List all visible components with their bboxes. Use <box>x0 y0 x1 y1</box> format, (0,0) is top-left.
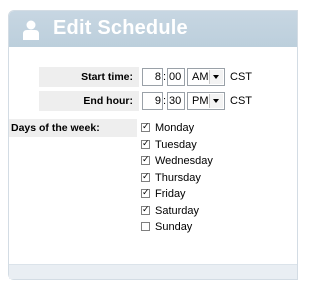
day-label-saturday: Saturday <box>155 205 200 217</box>
panel-header: Edit Schedule <box>9 11 297 47</box>
end-timezone: CST <box>230 95 252 107</box>
checkbox-saturday[interactable] <box>141 204 150 216</box>
days-of-week-label: Days of the week: <box>9 119 137 137</box>
panel-title: Edit Schedule <box>53 17 188 39</box>
checkbox-monday[interactable] <box>141 121 150 133</box>
end-minute-input[interactable]: 30 <box>167 92 185 110</box>
day-label-wednesday: Wednesday <box>155 155 213 167</box>
end-hour-colon: : <box>163 95 167 107</box>
day-label-sunday: Sunday <box>155 221 193 233</box>
start-ampm-value: AM <box>192 71 209 83</box>
start-time-label: Start time: <box>39 67 139 87</box>
checkbox-sunday[interactable] <box>141 222 150 231</box>
user-icon <box>23 20 39 40</box>
start-timezone: CST <box>230 71 252 83</box>
day-label-friday: Friday <box>155 188 186 200</box>
edit-schedule-panel: Edit Schedule Start time: 8 : 00 AM CST … <box>8 10 298 280</box>
checkbox-thursday[interactable] <box>141 171 150 183</box>
end-ampm-value: PM <box>192 95 209 107</box>
start-minute-input[interactable]: 00 <box>167 68 185 86</box>
day-label-thursday: Thursday <box>155 172 201 184</box>
day-label-monday: Monday <box>155 122 195 134</box>
start-hour-input[interactable]: 8 <box>142 68 163 86</box>
end-hour-input[interactable]: 9 <box>142 92 163 110</box>
end-hour-label: End hour: <box>39 91 139 111</box>
checkbox-friday[interactable] <box>141 187 150 199</box>
day-label-tuesday: Tuesday <box>155 139 197 151</box>
chevron-down-icon[interactable] <box>209 70 223 84</box>
checkbox-wednesday[interactable] <box>141 154 150 166</box>
checkbox-tuesday[interactable] <box>141 138 150 150</box>
start-ampm-select[interactable]: AM <box>187 68 225 86</box>
chevron-down-icon[interactable] <box>209 94 223 108</box>
end-ampm-select[interactable]: PM <box>187 92 225 110</box>
start-time-colon: : <box>163 71 167 83</box>
panel-footer <box>9 264 297 279</box>
